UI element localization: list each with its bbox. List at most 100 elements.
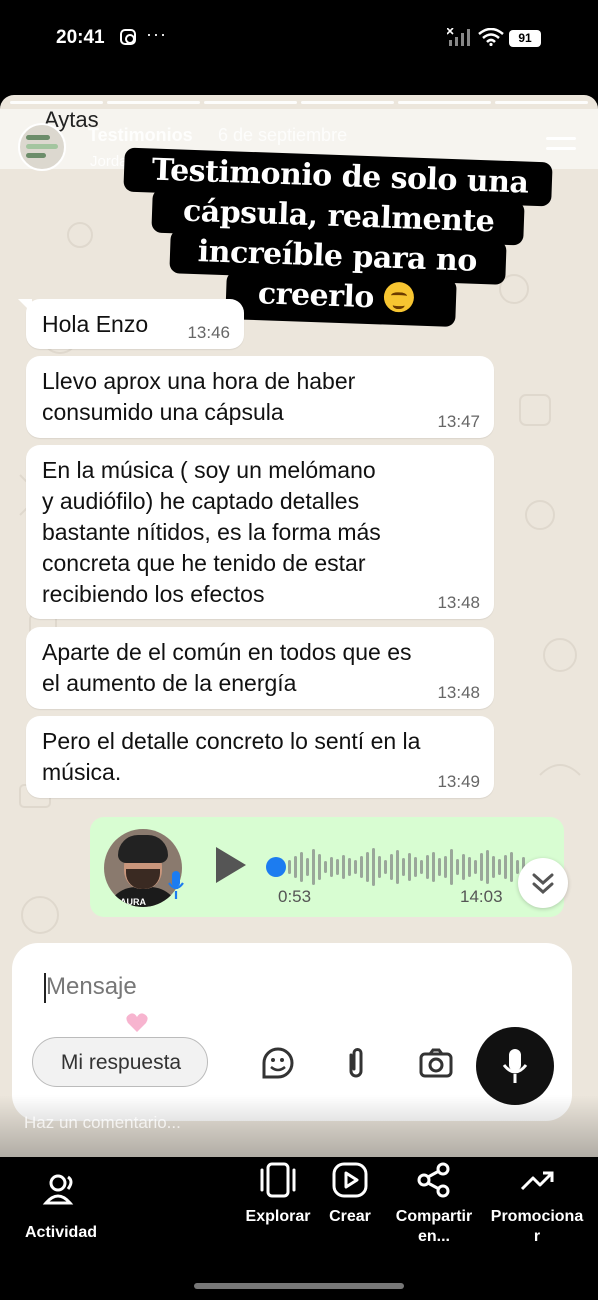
chat-message: En la música ( soy un melómano y audiófi… — [26, 445, 494, 619]
attach-icon[interactable] — [338, 1045, 374, 1081]
chat-message: Pero el detalle concreto lo sentí en la … — [26, 716, 494, 798]
waveform-bar — [462, 854, 465, 880]
promote-label-line: r — [533, 1228, 541, 1245]
waveform-bar — [312, 849, 315, 885]
waveform-bar — [336, 859, 339, 875]
create-label: Crear — [329, 1208, 371, 1225]
sticker-line: creerlo — [257, 276, 375, 316]
my-reply-label: Mi respuesta — [60, 1051, 182, 1074]
voice-time: 14:03 — [460, 887, 503, 906]
heart-icon — [126, 1013, 148, 1032]
chat-message: Hola Enzo 13:46 — [18, 299, 244, 349]
waveform-bar — [450, 849, 453, 885]
message-input[interactable]: Mensaje — [46, 973, 137, 1001]
story-action-bar: Actividad Explorar Crear Compartir en... — [0, 1157, 598, 1300]
playback-scrubber[interactable] — [266, 857, 286, 877]
sticker-icon[interactable] — [260, 1045, 296, 1081]
waveform-bar — [366, 852, 369, 882]
activity-button[interactable]: Actividad — [18, 1171, 104, 1243]
story-progress-segment — [495, 101, 588, 104]
waveform-bar — [396, 850, 399, 884]
waveform[interactable] — [288, 843, 528, 891]
home-indicator[interactable] — [194, 1283, 404, 1289]
create-play-icon — [332, 1162, 368, 1198]
activity-label: Actividad — [24, 1224, 97, 1241]
voice-note-message: AURA 0:53 14:03 — [90, 817, 564, 917]
story-progress-segment — [204, 101, 297, 104]
waveform-bar — [468, 857, 471, 877]
waveform-bar — [486, 850, 489, 884]
message-text: Pero el detalle concreto lo sentí en la … — [42, 726, 420, 788]
play-icon[interactable] — [216, 847, 246, 883]
waveform-bar — [444, 856, 447, 878]
waveform-bar — [300, 852, 303, 882]
waveform-bar — [504, 855, 507, 879]
microphone-icon — [502, 1049, 528, 1083]
message-time: 13:48 — [437, 593, 480, 612]
share-icon — [417, 1162, 450, 1198]
camera-icon[interactable] — [418, 1045, 454, 1081]
my-reply-button[interactable]: Mi respuesta — [32, 1037, 208, 1087]
waveform-bar — [420, 860, 423, 874]
share-label-line: Compartir — [395, 1208, 473, 1225]
avatar-shirt-text: AURA — [120, 897, 146, 907]
account-avatar[interactable] — [18, 123, 66, 171]
story-view[interactable]: Aytas Testimonios 6 de septiembre Jordan… — [0, 95, 598, 1157]
waveform-bar — [426, 855, 429, 879]
promote-label-line: Promociona — [490, 1208, 584, 1225]
message-line: Llevo aprox una hora de haber — [42, 368, 356, 394]
battery-icon: 91 — [509, 30, 541, 47]
message-line: Aparte de el común en todos que es — [42, 639, 412, 665]
waveform-bar — [432, 852, 435, 882]
message-line: concreta que he tenido de estar — [42, 550, 366, 576]
story-progress-segment — [301, 101, 394, 104]
message-line: En la música ( soy un melómano — [42, 457, 376, 483]
message-text: Llevo aprox una hora de haber consumido … — [42, 366, 355, 428]
message-time: 13:47 — [437, 412, 480, 431]
message-text: Hola Enzo — [42, 309, 148, 340]
share-label-line: en... — [417, 1228, 450, 1245]
waveform-bar — [378, 856, 381, 878]
status-time: 20:41 — [56, 27, 105, 48]
scroll-down-button[interactable] — [518, 858, 568, 908]
message-line: bastante nítidos, es la forma más — [42, 519, 381, 545]
message-time: 13:49 — [437, 772, 480, 791]
explore-label: Explorar — [245, 1208, 311, 1225]
promote-button[interactable]: Promociona r — [488, 1161, 586, 1247]
create-button[interactable]: Crear — [322, 1161, 378, 1227]
comment-input[interactable]: Haz un comentario... — [24, 1113, 181, 1133]
explore-button[interactable]: Explorar — [240, 1161, 316, 1227]
message-time: 13:46 — [187, 323, 230, 342]
message-time: 13:48 — [437, 683, 480, 702]
status-bar: 20:41 ··· 91 — [0, 0, 598, 78]
face-holding-back-tears-emoji-icon — [383, 281, 415, 313]
waveform-bar — [348, 858, 351, 876]
activity-people-icon — [42, 1174, 74, 1205]
message-line: Hola Enzo — [42, 311, 149, 337]
voice-record-button[interactable] — [476, 1027, 554, 1105]
double-chevron-down-icon — [532, 873, 554, 895]
share-label: Compartir en... — [390, 1207, 478, 1247]
message-line: música. — [42, 759, 122, 785]
message-line: el aumento de la energía — [42, 670, 297, 696]
waveform-bar — [438, 858, 441, 876]
post-date: 6 de septiembre — [218, 125, 348, 145]
waveform-bar — [384, 860, 387, 874]
waveform-bar — [318, 854, 321, 880]
waveform-bar — [474, 860, 477, 874]
share-button[interactable]: Compartir en... — [390, 1161, 478, 1247]
waveform-bar — [402, 858, 405, 876]
waveform-bar — [480, 853, 483, 881]
account-name[interactable]: Testimonios — [88, 125, 193, 146]
story-progress-segment — [398, 101, 491, 104]
waveform-bar — [390, 854, 393, 880]
promote-label: Promociona r — [488, 1207, 586, 1247]
bubble-tail — [18, 299, 32, 313]
message-line: Pero el detalle concreto lo sentí en la — [42, 728, 421, 754]
status-more-dots: ··· — [146, 24, 167, 44]
story-progress-segment — [107, 101, 200, 104]
message-line: y audiófilo) he captado detalles — [42, 488, 360, 514]
waveform-bar — [456, 859, 459, 875]
microphone-icon — [168, 871, 184, 899]
waveform-bar — [510, 852, 513, 882]
